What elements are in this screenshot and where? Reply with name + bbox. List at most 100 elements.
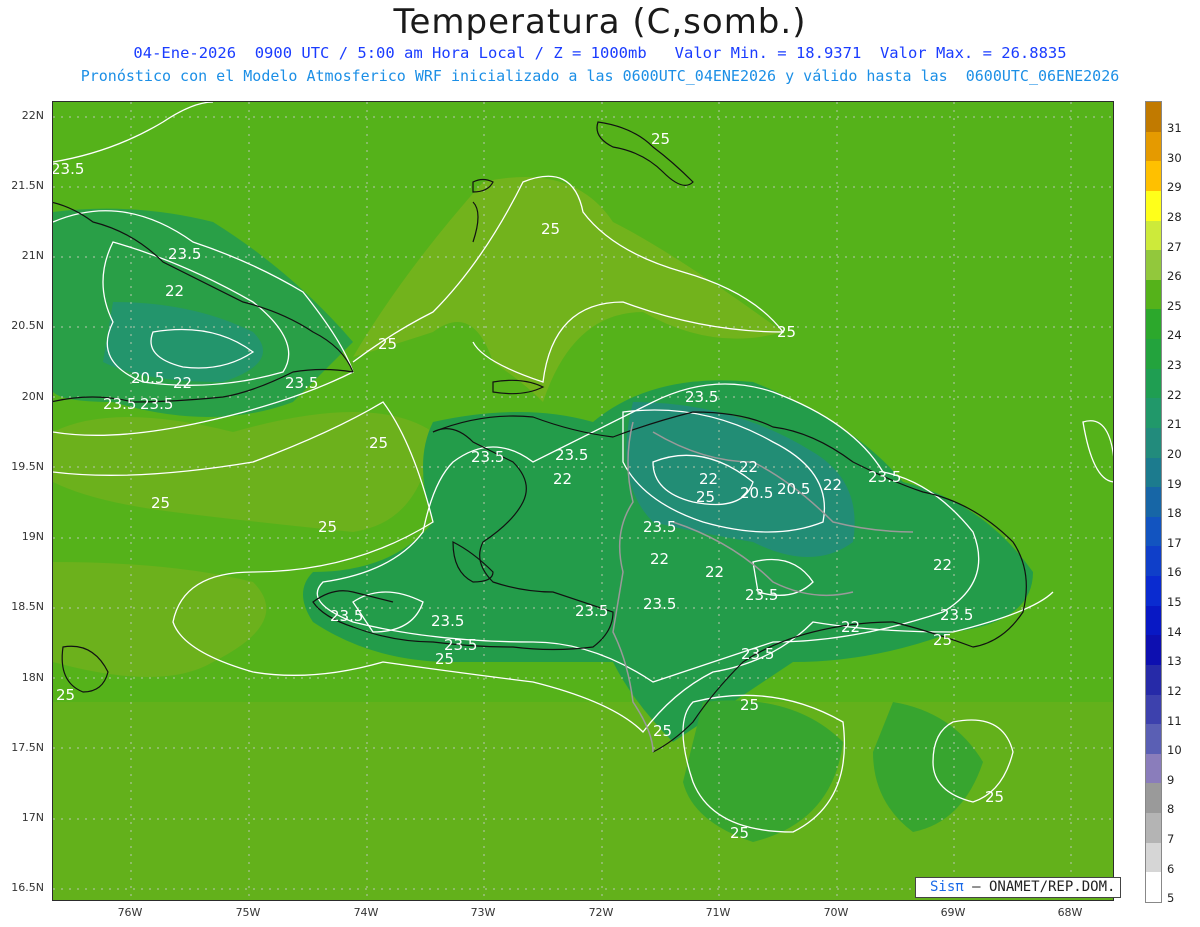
- contour-label: 23.5: [868, 468, 901, 486]
- lat-label: 21.5N: [11, 179, 44, 192]
- colorbar-label: 10: [1167, 743, 1182, 758]
- lon-label: 69W: [940, 906, 966, 919]
- contour-label: 23.5: [168, 245, 201, 263]
- colorbar-cell: [1146, 694, 1161, 725]
- lat-label: 19N: [21, 530, 44, 543]
- contour-label: 25: [378, 335, 397, 353]
- colorbar-cell: [1146, 487, 1161, 518]
- colorbar-label: 30: [1167, 150, 1182, 165]
- lon-label: 76W: [117, 906, 143, 919]
- lat-label: 20N: [21, 390, 44, 403]
- colorbar-label: 14: [1167, 624, 1182, 639]
- contour-label: 22: [699, 470, 718, 488]
- colorbar-cell: [1146, 872, 1161, 903]
- contour-label: 25: [933, 631, 952, 649]
- contour-label: 23.5: [431, 612, 464, 630]
- colorbar-cell: [1146, 161, 1161, 192]
- contour-label: 23.5: [643, 518, 676, 536]
- contour-label: 23.5: [103, 395, 136, 413]
- colorbar-cell: [1146, 102, 1161, 133]
- colorbar-label: 8: [1167, 802, 1175, 817]
- colorbar-cell: [1146, 635, 1161, 666]
- colorbar-cell: [1146, 457, 1161, 488]
- contour-label: 22: [650, 550, 669, 568]
- contour-label: 23.5: [575, 602, 608, 620]
- contour-label: 23.5: [643, 595, 676, 613]
- colorbar-label: 24: [1167, 328, 1182, 343]
- lon-label: 71W: [705, 906, 731, 919]
- colorbar-cell: [1146, 220, 1161, 251]
- colorbar-cell: [1146, 664, 1161, 696]
- lon-label: 73W: [470, 906, 496, 919]
- colorbar-label: 17: [1167, 535, 1182, 550]
- contour-label: 25: [651, 130, 670, 148]
- lat-label: 20.5N: [11, 319, 44, 332]
- contour-label: 25: [730, 824, 749, 842]
- colorbar-cell: [1146, 427, 1161, 459]
- colorbar-label: 27: [1167, 239, 1182, 254]
- credit-text: – ONAMET/REP.DOM.: [963, 879, 1116, 895]
- colorbar-label: 21: [1167, 417, 1182, 432]
- lat-label: 17N: [21, 811, 44, 824]
- contour-label: 25: [777, 323, 796, 341]
- lat-label: 22N: [21, 109, 44, 122]
- colorbar-label: 11: [1167, 713, 1182, 728]
- colorbar-cell: [1146, 250, 1161, 281]
- colorbar-label: 23: [1167, 358, 1182, 373]
- contour-label: 25: [740, 696, 759, 714]
- colorbar: [1145, 101, 1162, 903]
- contour-label: 25: [435, 650, 454, 668]
- contour-label: 25: [653, 722, 672, 740]
- colorbar-cell: [1146, 842, 1161, 873]
- colorbar-label: 9: [1167, 772, 1175, 787]
- colorbar-label: 19: [1167, 476, 1182, 491]
- contour-label: 23.5: [685, 388, 718, 406]
- lon-label: 70W: [823, 906, 849, 919]
- colorbar-cell: [1146, 753, 1161, 784]
- contour-label: 20.5: [740, 484, 773, 502]
- lat-label: 21N: [21, 249, 44, 262]
- lon-label: 68W: [1057, 906, 1083, 919]
- colorbar-label: 31: [1167, 121, 1182, 135]
- contour-label: 22: [739, 458, 758, 476]
- lon-label: 75W: [235, 906, 261, 919]
- colorbar-cell: [1146, 398, 1161, 429]
- lon-label: 74W: [353, 906, 379, 919]
- contour-label: 25: [985, 788, 1004, 806]
- colorbar-label: 15: [1167, 595, 1182, 610]
- colorbar-cell: [1146, 813, 1161, 844]
- contour-label: 20.5: [131, 369, 164, 387]
- temperature-map: 23.5 25 25 23.5 22 25 25 20.5 22 23.5 23…: [52, 101, 1114, 901]
- contour-label: 25: [318, 518, 337, 536]
- colorbar-label: 26: [1167, 269, 1182, 284]
- contour-label: 23.5: [745, 586, 778, 604]
- colorbar-cell: [1146, 546, 1161, 577]
- colorbar-label: 5: [1167, 891, 1175, 906]
- lat-label: 18N: [21, 671, 44, 684]
- lon-label: 72W: [588, 906, 614, 919]
- colorbar-cell: [1146, 309, 1161, 340]
- contour-label: 23.5: [940, 606, 973, 624]
- contour-label: 22: [173, 374, 192, 392]
- contour-label: 22: [933, 556, 952, 574]
- colorbar-label: 18: [1167, 506, 1182, 521]
- colorbar-label: 13: [1167, 654, 1182, 669]
- colorbar-label: 20: [1167, 446, 1182, 461]
- contour-label: 25: [369, 434, 388, 452]
- lat-label: 18.5N: [11, 600, 44, 613]
- colorbar-cell: [1146, 368, 1161, 399]
- contour-label: 23.5: [555, 446, 588, 464]
- colorbar-label: 12: [1167, 683, 1182, 698]
- map-subtitle-date: 04-Ene-2026 0900 UTC / 5:00 am Hora Loca…: [133, 44, 1067, 62]
- colorbar-cell: [1146, 576, 1161, 607]
- contour-label: 23.5: [330, 607, 363, 625]
- lat-label: 19.5N: [11, 460, 44, 473]
- map-subtitle-model: Pronóstico con el Modelo Atmosferico WRF…: [80, 67, 1120, 85]
- map-canvas: 23.5 25 25 23.5 22 25 25 20.5 22 23.5 23…: [53, 102, 1113, 900]
- region-warm-north: [353, 177, 783, 402]
- contour-label: 22: [841, 618, 860, 636]
- region-warm-west: [53, 412, 433, 532]
- colorbar-label: 28: [1167, 209, 1182, 224]
- contour-label: 22: [165, 282, 184, 300]
- credit-box: Sisπ – ONAMET/REP.DOM.: [915, 877, 1121, 898]
